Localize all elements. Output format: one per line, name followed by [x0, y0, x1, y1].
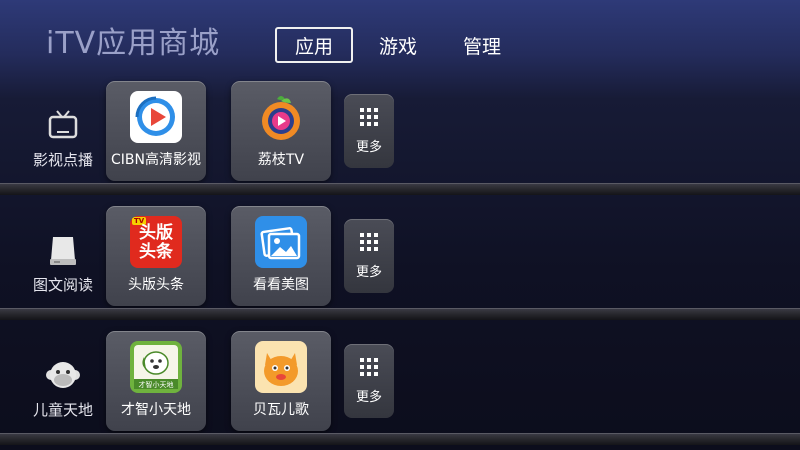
tv-icon [48, 110, 78, 139]
more-button-kids[interactable]: 更多 [344, 344, 394, 418]
more-button-reading[interactable]: 更多 [344, 219, 394, 293]
app-tile-beva[interactable]: 贝瓦儿歌 [231, 331, 331, 431]
app-label: CIBN高清影视 [111, 152, 201, 168]
category-row-video: 影视点播 CIBN高清影视 荔枝TV 更多 [0, 75, 800, 200]
icon-caption: 才智小天地 [138, 381, 174, 389]
more-label: 更多 [355, 265, 382, 280]
photo-gallery-icon [255, 216, 307, 268]
app-tile-headline[interactable]: TV 头版 头条 头版头条 [106, 206, 206, 306]
category-label: 影视点播 [32, 151, 93, 169]
category-label: 儿童天地 [32, 401, 93, 419]
more-button-video[interactable]: 更多 [344, 94, 394, 168]
app-label: 头版头条 [128, 277, 184, 293]
app-tile-cibn[interactable]: CIBN高清影视 [106, 81, 206, 181]
beva-cat-icon [255, 341, 307, 393]
kids-dog-icon: 才智小天地 [130, 341, 182, 393]
row-divider [0, 308, 800, 320]
category-row-reading: 图文阅读 TV 头版 头条 头版头条 看看美图 更多 [0, 200, 800, 325]
tab-manage[interactable]: 管理 [443, 27, 521, 63]
category-video[interactable]: 影视点播 [20, 105, 106, 170]
more-label: 更多 [355, 140, 382, 155]
app-tile-lychee-tv[interactable]: 荔枝TV [231, 81, 331, 181]
app-label: 贝瓦儿歌 [253, 402, 309, 418]
category-kids[interactable]: 儿童天地 [20, 355, 106, 420]
icon-text-top: 头版 [139, 223, 173, 243]
app-tile-kids-dog[interactable]: 才智小天地 才智小天地 [106, 331, 206, 431]
icon-text-bottom: 头条 [139, 242, 173, 262]
category-reading[interactable]: 图文阅读 [20, 230, 106, 295]
more-label: 更多 [355, 390, 382, 405]
category-row-kids: 儿童天地 才智小天地 才智小天地 贝瓦儿歌 更多 [0, 325, 800, 450]
app-label: 看看美图 [253, 277, 309, 293]
app-tile-photo[interactable]: 看看美图 [231, 206, 331, 306]
tab-apps[interactable]: 应用 [275, 27, 354, 63]
lychee-tv-icon [255, 91, 307, 143]
monkey-face-icon [46, 362, 80, 388]
grid-dots-icon [360, 108, 378, 126]
headline-news-icon: TV 头版 头条 [130, 216, 182, 268]
cibn-play-icon [130, 91, 182, 143]
tab-games[interactable]: 游戏 [359, 27, 437, 63]
row-divider [0, 183, 800, 195]
grid-dots-icon [360, 358, 378, 376]
app-title: iTV应用商城 [46, 26, 221, 61]
grid-dots-icon [360, 233, 378, 251]
row-divider [0, 433, 800, 445]
top-tabs: 应用 游戏 管理 [275, 27, 527, 63]
storage-drive-icon [50, 237, 76, 265]
category-label: 图文阅读 [32, 276, 93, 294]
app-label: 荔枝TV [257, 152, 305, 168]
app-label: 才智小天地 [121, 402, 191, 418]
